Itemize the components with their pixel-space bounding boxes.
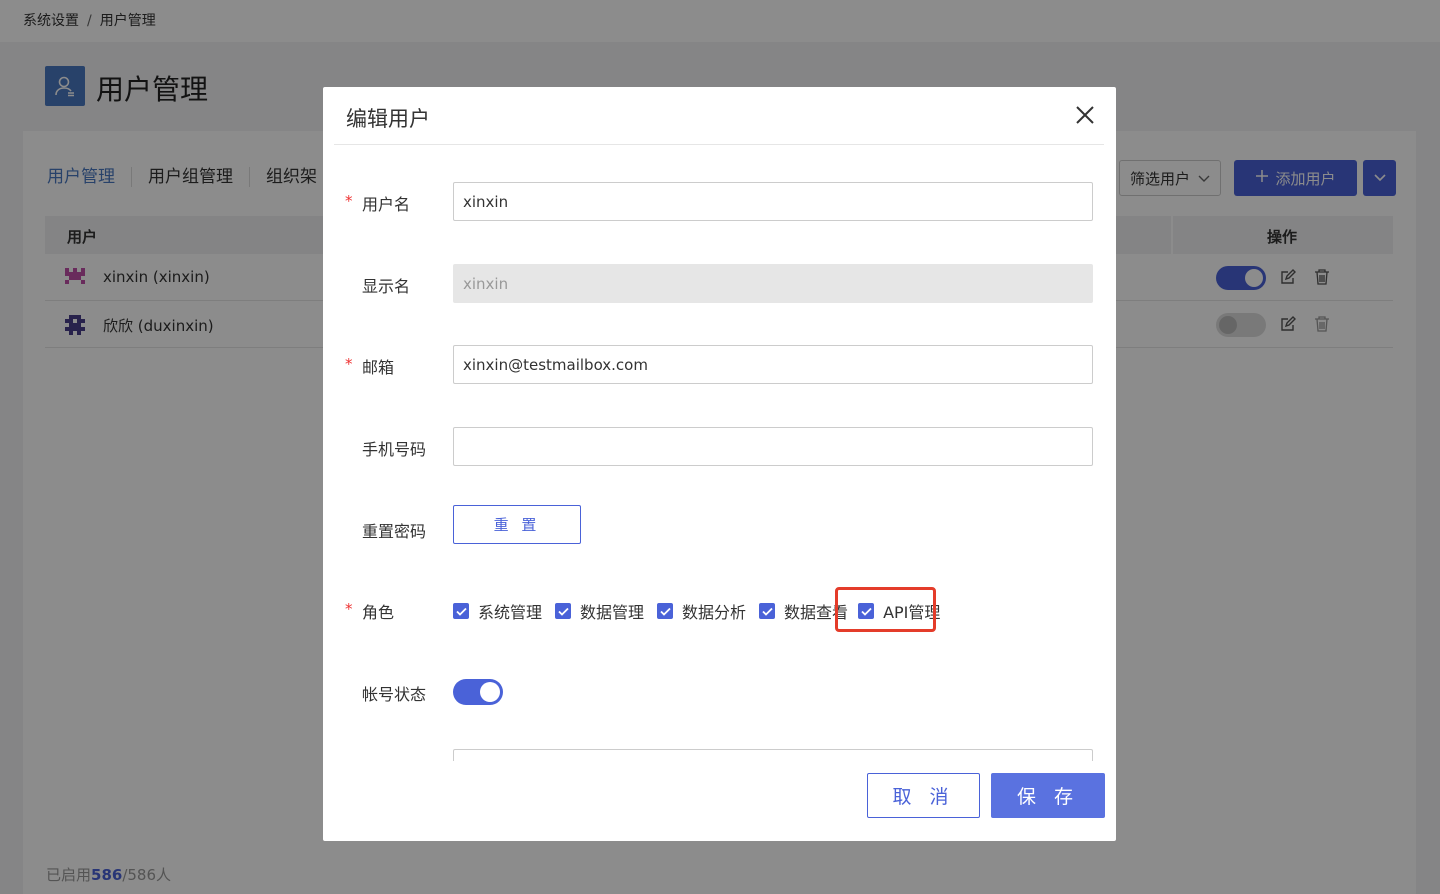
account-status-row: 帐号状态 xyxy=(323,672,1116,712)
checkbox-checked-icon[interactable] xyxy=(555,603,572,619)
required-mark: * xyxy=(345,192,353,210)
role-label: 系统管理 xyxy=(478,603,543,622)
checkbox-checked-icon[interactable] xyxy=(657,603,674,619)
dialog-divider xyxy=(334,144,1104,145)
email-field[interactable] xyxy=(453,345,1093,384)
close-icon[interactable] xyxy=(1073,103,1097,127)
checkbox-checked-icon[interactable] xyxy=(453,603,469,619)
cancel-button[interactable]: 取 消 xyxy=(867,773,980,818)
role-checkbox-data-admin[interactable]: 数据管理 xyxy=(555,599,644,623)
reset-password-label: 重置密码 xyxy=(362,522,427,541)
username-label: 用户名 xyxy=(362,195,411,214)
edit-user-dialog: 编辑用户 * 用户名 显示名 * 邮箱 手机号码 重置密码 重 置 * 角色 系… xyxy=(323,87,1116,841)
role-checkbox-data-analysis[interactable]: 数据分析 xyxy=(657,599,746,623)
phone-input[interactable] xyxy=(453,427,1093,466)
role-checkbox-system-admin[interactable]: 系统管理 xyxy=(453,599,542,623)
email-label: 邮箱 xyxy=(362,358,395,377)
api-role-highlight xyxy=(835,587,936,632)
required-mark: * xyxy=(345,355,353,373)
account-status-toggle[interactable] xyxy=(453,679,503,705)
role-label: 数据管理 xyxy=(580,603,645,622)
display-name-input xyxy=(453,264,1093,303)
dialog-title: 编辑用户 xyxy=(346,107,430,131)
display-name-label: 显示名 xyxy=(362,277,411,296)
username-row: * 用户名 xyxy=(323,182,1116,222)
required-mark: * xyxy=(345,600,353,618)
partial-input[interactable] xyxy=(453,749,1093,761)
roles-label: 角色 xyxy=(362,603,395,622)
reset-password-button[interactable]: 重 置 xyxy=(453,505,581,544)
phone-row: 手机号码 xyxy=(323,427,1116,467)
username-input[interactable] xyxy=(453,182,1093,221)
email-row: * 邮箱 xyxy=(323,345,1116,385)
reset-password-row: 重置密码 重 置 xyxy=(323,505,1116,545)
roles-row: * 角色 系统管理 数据管理 数据分析 数据查看 API管理 xyxy=(323,590,1116,630)
account-status-label: 帐号状态 xyxy=(362,685,427,704)
phone-label: 手机号码 xyxy=(362,440,427,459)
save-button[interactable]: 保 存 xyxy=(991,773,1105,818)
role-label: 数据分析 xyxy=(682,603,747,622)
display-name-row: 显示名 xyxy=(323,264,1116,304)
checkbox-checked-icon[interactable] xyxy=(759,603,776,619)
